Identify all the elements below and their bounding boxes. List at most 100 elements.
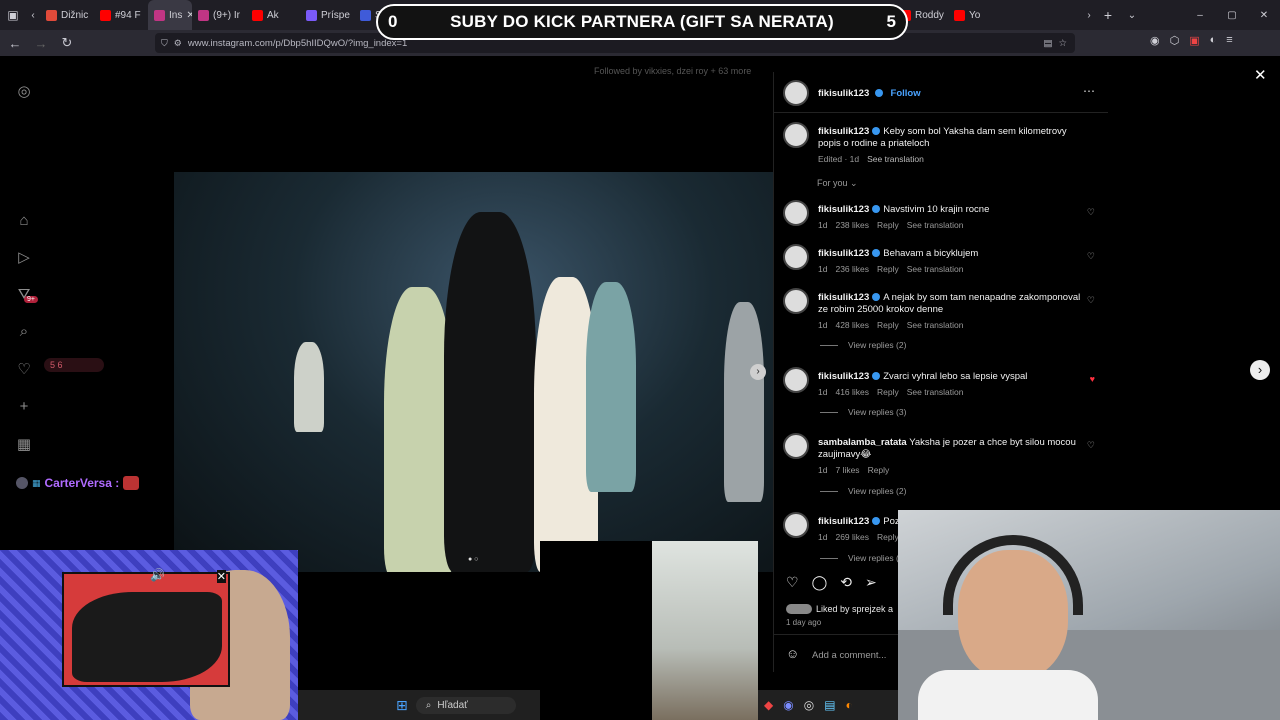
carousel-next-icon[interactable]: › [750, 364, 766, 380]
caption-see-translation[interactable]: See translation [867, 154, 924, 164]
browser-tab[interactable]: #94 F [94, 0, 148, 30]
comment-like-icon[interactable]: ♡ [1087, 251, 1095, 262]
tab-overview-icon[interactable]: ▣ [0, 8, 26, 22]
next-post-icon[interactable]: › [1250, 360, 1270, 380]
browser-tab[interactable]: Ak [246, 0, 300, 30]
comment-like-icon[interactable]: ♡ [1087, 207, 1095, 218]
app-icon[interactable]: ◎ [804, 698, 814, 712]
search-icon[interactable]: ⌕ [14, 323, 34, 343]
comment-likes[interactable]: 236 likes [835, 264, 869, 274]
minimize-icon[interactable]: – [1184, 10, 1216, 21]
see-translation-button[interactable]: See translation [907, 320, 964, 330]
comment-likes[interactable]: 416 likes [835, 387, 869, 397]
shield-icon[interactable]: ⛉ [161, 38, 168, 49]
browser-tab[interactable]: Dižnic [40, 0, 94, 30]
avatar[interactable] [783, 122, 809, 148]
comment-username[interactable]: fikisulik123 [818, 204, 869, 215]
avatar[interactable] [783, 288, 809, 314]
page-info-icon[interactable]: ⚙ [174, 38, 182, 49]
avatar[interactable] [783, 367, 809, 393]
caption-username[interactable]: fikisulik123 [818, 126, 869, 137]
emoji-icon[interactable]: ☺ [786, 646, 799, 661]
reply-button[interactable]: Reply [877, 320, 899, 330]
liked-by-text[interactable]: Liked by sprejzek a [816, 604, 893, 614]
reply-button[interactable]: Reply [868, 465, 890, 475]
reels-icon[interactable]: ▷ [14, 248, 34, 268]
view-replies-button[interactable]: View replies (2) [820, 486, 906, 496]
tab-scroll-left-icon[interactable]: ‹ [26, 10, 40, 21]
comment-likes[interactable]: 238 likes [835, 220, 869, 230]
reply-button[interactable]: Reply [877, 220, 899, 230]
repost-icon[interactable]: ⟲ [840, 574, 852, 591]
add-comment-input[interactable]: Add a comment... [812, 650, 886, 661]
comment-likes[interactable]: 269 likes [835, 532, 869, 542]
follow-button[interactable]: Follow [891, 88, 921, 99]
avatar[interactable] [783, 244, 809, 270]
tab-scroll-right-icon[interactable]: › [1082, 10, 1096, 21]
firefox-icon[interactable]: ◐ [846, 698, 853, 712]
see-translation-button[interactable]: See translation [907, 220, 964, 230]
reply-button[interactable]: Reply [877, 387, 899, 397]
reload-icon[interactable]: ↻ [56, 35, 78, 51]
forward-icon[interactable]: → [30, 36, 52, 51]
reader-view-icon[interactable]: ▤ [1043, 38, 1052, 49]
popup-close-icon[interactable]: ✕ [216, 570, 226, 583]
account-icon[interactable]: ◉ [1150, 34, 1160, 47]
comment-icon[interactable]: ◯ [812, 574, 828, 591]
avatar[interactable] [783, 512, 809, 538]
home-icon[interactable]: ⌂ [14, 212, 34, 232]
create-icon[interactable]: + [14, 398, 34, 418]
comment-username[interactable]: sambalamba_ratata [818, 437, 907, 448]
browser-tab[interactable]: (9+) Ir [192, 0, 246, 30]
discord-icon[interactable]: ◉ [783, 698, 793, 712]
maximize-icon[interactable]: ▢ [1216, 10, 1248, 21]
comment-username[interactable]: fikisulik123 [818, 248, 869, 259]
comment-username[interactable]: fikisulik123 [818, 371, 869, 382]
menu-icon[interactable]: ≡ [1226, 34, 1232, 47]
avatar[interactable] [783, 80, 809, 106]
new-tab-icon[interactable]: + [1096, 7, 1120, 23]
extensions-icon[interactable]: ⬡ [1170, 34, 1180, 47]
reply-button[interactable]: Reply [877, 532, 899, 542]
url-text[interactable]: www.instagram.com/p/Dbp5hIIDQwO/?img_ind… [188, 38, 407, 49]
see-translation-button[interactable]: See translation [907, 387, 964, 397]
tab-list-icon[interactable]: ⌄ [1120, 10, 1144, 21]
app-icon[interactable]: ◆ [764, 698, 773, 712]
share-icon[interactable]: ➢ [865, 574, 877, 591]
extension-badge-icon[interactable]: ▣ [1189, 34, 1199, 47]
comment-like-icon[interactable]: ♡ [1087, 295, 1095, 306]
stats-icon[interactable]: ▦ [14, 435, 34, 455]
comment-username[interactable]: fikisulik123 [818, 516, 869, 527]
close-post-icon[interactable]: ✕ [1254, 66, 1267, 84]
speaker-icon: 🔊 [150, 568, 165, 582]
view-replies-button[interactable]: View replies (3) [820, 407, 906, 417]
comment-likes[interactable]: 7 likes [835, 465, 859, 475]
view-replies-button[interactable]: View replies (2) [820, 340, 906, 350]
back-icon[interactable]: ← [4, 36, 26, 51]
browser-tab[interactable]: Príspe [300, 0, 354, 30]
taskbar-search[interactable]: ⌕ Hľadať [415, 696, 516, 714]
windows-start-icon[interactable]: ⊞ [396, 697, 408, 714]
browser-tab[interactable]: Yo [948, 0, 1002, 30]
notes-icon[interactable]: ▤ [824, 698, 835, 712]
for-you-sort[interactable]: For you ⌄ [817, 178, 858, 189]
search-icon: ⌕ [425, 699, 432, 711]
instagram-logo-icon[interactable]: ◎ [14, 82, 34, 102]
comment-likes[interactable]: 428 likes [835, 320, 869, 330]
reply-button[interactable]: Reply [877, 264, 899, 274]
view-replies-button[interactable]: View replies (1 [820, 553, 904, 563]
avatar[interactable] [783, 200, 809, 226]
comment-like-icon[interactable]: ♡ [1087, 440, 1095, 451]
see-translation-button[interactable]: See translation [907, 264, 964, 274]
avatar[interactable] [783, 433, 809, 459]
comment-username[interactable]: fikisulik123 [818, 292, 869, 303]
header-username[interactable]: fikisulik123 [818, 88, 869, 99]
bookmark-star-icon[interactable]: ☆ [1058, 38, 1067, 49]
browser-tab[interactable]: Ins ✕ [148, 0, 192, 30]
extension-icon[interactable]: ◐ [1210, 34, 1217, 47]
comment-like-icon[interactable]: ♥ [1090, 374, 1095, 384]
more-options-icon[interactable]: ⋯ [1083, 84, 1095, 98]
heart-icon[interactable]: ♡ [14, 360, 34, 380]
like-icon[interactable]: ♡ [786, 574, 799, 591]
close-window-icon[interactable]: ✕ [1248, 10, 1280, 21]
